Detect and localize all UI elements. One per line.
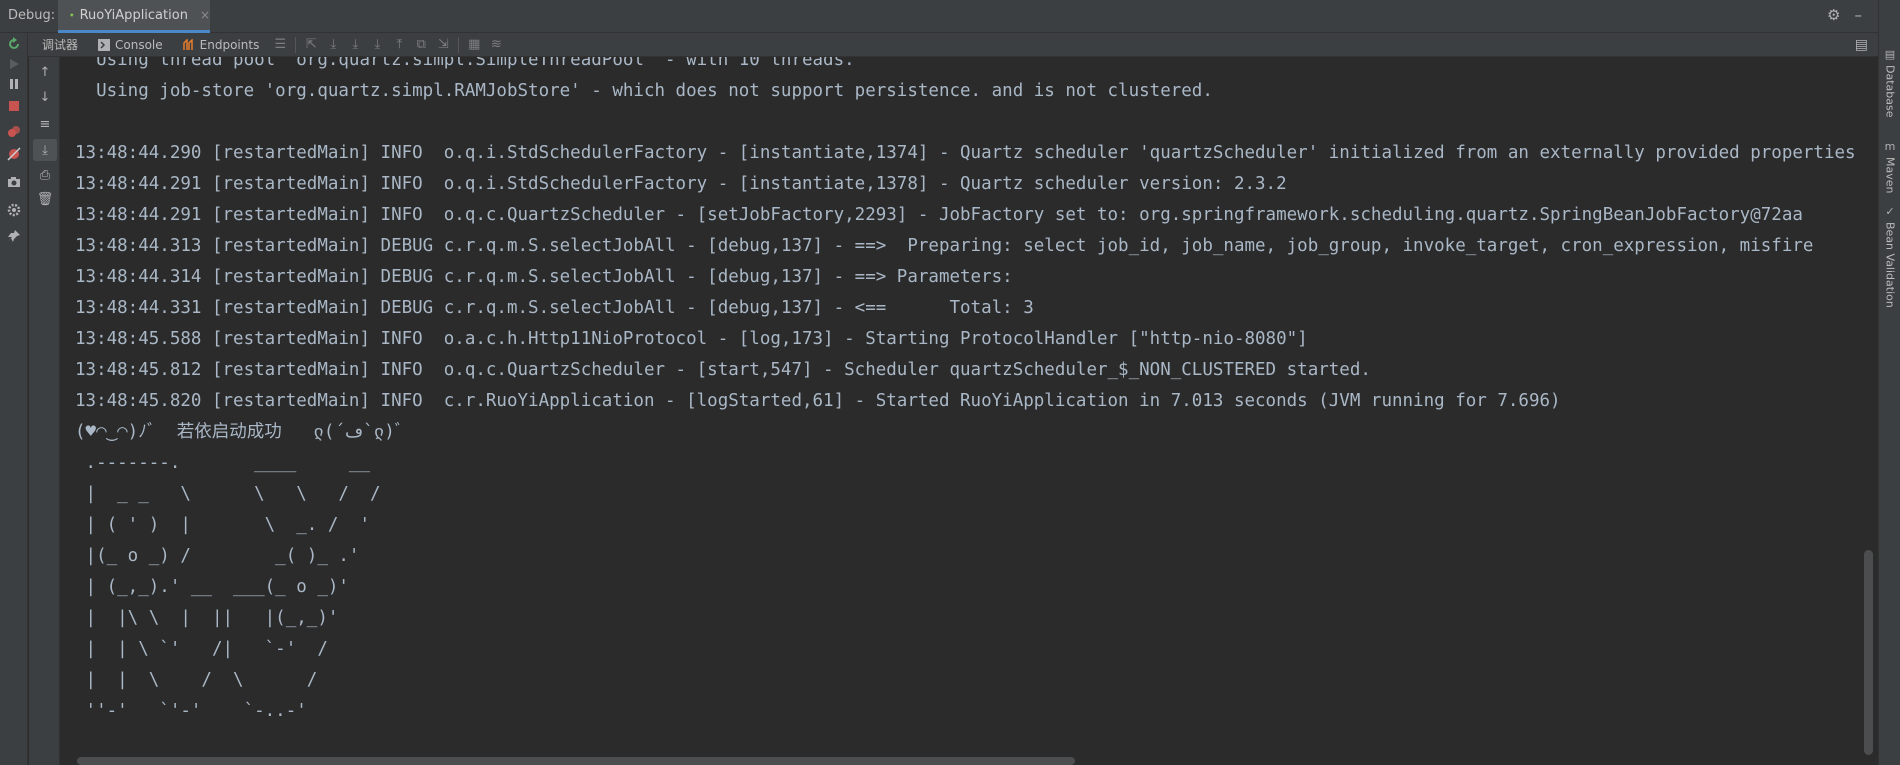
trash-icon[interactable]: 🗑 [33,188,57,210]
minimize-icon[interactable]: – [1855,6,1863,24]
tab-debugger[interactable]: 调试器 [28,33,88,57]
debug-label: Debug: [8,8,56,23]
down-arrow-icon[interactable]: ↓ [33,86,57,108]
tab-endpoints[interactable]: Endpoints [173,33,270,57]
console-line: 13:48:45.588 [restartedMain] INFO o.a.c.… [75,329,1308,349]
tab-console-label: Console [115,37,163,52]
console-line: | | \ `' /| `-' / [75,639,328,659]
pin-icon[interactable] [0,225,28,247]
console-line: 13:48:44.291 [restartedMain] INFO o.q.c.… [75,205,1803,225]
console-line: Using job-store 'org.quartz.simpl.RAMJob… [75,81,1213,101]
console-line: ''-' `'-' `-..-' [75,701,307,721]
tool-window-bean-validation-label: Bean Validation [1883,222,1897,308]
force-step-into-icon[interactable]: ⤓ [366,33,388,57]
console-line: 13:48:44.331 [restartedMain] DEBUG c.r.q… [75,298,1034,318]
console-line: Using thread pool 'org.quartz.simpl.Simp… [75,57,855,70]
console-line: .-------. ____ __ [75,453,371,473]
stop-icon[interactable] [0,95,28,117]
right-tool-window-strip: ▤ Database m Maven ✓ Bean Validation [1878,0,1900,765]
tool-window-database[interactable]: ▤ Database [1879,48,1900,118]
horizontal-scrollbar-thumb[interactable] [77,757,1075,765]
console-line: 13:48:45.820 [restartedMain] INFO c.r.Ru… [75,391,1561,411]
console-line: | | \ / \ / [75,670,318,690]
console-text: Using thread pool 'org.quartz.simpl.Simp… [75,57,1856,727]
console-line: 13:48:44.291 [restartedMain] INFO o.q.i.… [75,174,1287,194]
console-actions-toolbar: ↑ ↓ ≡ ⤓ ⎙ 🗑 [29,57,60,765]
maven-icon: m [1884,140,1896,153]
console-line: | |\ \ | || |(_,_)' [75,608,339,628]
pause-icon[interactable] [0,73,28,95]
console-line: 13:48:45.812 [restartedMain] INFO o.q.c.… [75,360,1371,380]
header-actions: ⚙ – [1827,6,1862,24]
close-icon[interactable]: × [200,8,210,22]
console-line: 13:48:44.314 [restartedMain] DEBUG c.r.q… [75,267,1024,287]
tab-debugger-label: 调试器 [42,38,79,52]
tool-window-bean-validation[interactable]: ✓ Bean Validation [1879,205,1900,308]
view-breakpoints-icon[interactable] [0,121,28,143]
console-line: | ( ' ) | \ _. / ' [75,515,371,535]
ide-debug-window: Debug: RuoYiApplication × ⚙ – 调试器 Consol… [0,0,1900,765]
drop-frame-icon[interactable]: ⧉ [410,33,432,57]
show-execution-point-icon[interactable]: ⇱ [300,33,322,57]
console-icon [98,38,111,51]
run-configuration-tab-label: RuoYiApplication [79,7,188,23]
toolbar-separator [458,36,460,53]
gear-icon[interactable]: ⚙ [1827,6,1840,24]
console-line: (♥◠‿◠)ﾉﾞ 若依启动成功 ლ(´ڡ`ლ)ﾞ [75,422,404,442]
console-line: |(_ o _) / _( )_ .' [75,546,360,566]
step-over-icon[interactable]: ⤓ [322,33,344,57]
soft-wrap-icon[interactable]: ≡ [33,113,57,135]
layout-settings-icon[interactable]: ▤ [1855,37,1868,53]
hamburger-menu-icon[interactable]: ☰ [269,33,291,57]
toolbar-separator [295,36,297,53]
vertical-scrollbar-thumb[interactable] [1864,550,1873,755]
step-out-icon[interactable]: ⤒ [388,33,410,57]
evaluate-expression-icon[interactable]: ▦ [463,33,485,57]
tab-console[interactable]: Console [88,33,173,57]
console-line: 13:48:44.290 [restartedMain] INFO o.q.i.… [75,143,1856,163]
rerun-icon[interactable] [0,33,28,55]
debug-actions-toolbar [0,33,28,765]
step-into-icon[interactable]: ⤓ [344,33,366,57]
run-to-cursor-icon[interactable]: ⇲ [432,33,454,57]
trace-current-stream-icon[interactable]: ≋ [485,33,507,57]
console-line: | _ _ \ \ \ / / [75,484,381,504]
mute-breakpoints-icon[interactable] [0,143,28,165]
print-icon[interactable]: ⎙ [33,164,57,186]
run-configuration-tab[interactable]: RuoYiApplication × [58,0,210,33]
bean-validation-icon: ✓ [1885,205,1895,218]
debug-tabs-toolbar: 调试器 Console Endpoints ☰ ⇱ ⤓ ⤓ ⤓ ⤒ ⧉ ⇲ ▦ … [28,33,1878,57]
console-output[interactable]: Using thread pool 'org.quartz.simpl.Simp… [60,57,1860,755]
endpoints-icon [182,38,193,50]
database-icon: ▤ [1884,48,1896,61]
settings-icon[interactable] [0,199,28,221]
scroll-to-end-icon[interactable]: ⤓ [33,139,57,161]
spring-boot-icon [70,13,74,17]
console-line: | (_,_).' __ ___(_ o _)' [75,577,349,597]
console-line: 13:48:44.313 [restartedMain] DEBUG c.r.q… [75,236,1814,256]
camera-icon[interactable] [0,171,28,193]
tool-window-maven-label: Maven [1883,157,1897,194]
tab-endpoints-label: Endpoints [199,37,260,52]
up-arrow-icon[interactable]: ↑ [33,61,57,83]
tool-window-maven[interactable]: m Maven [1879,140,1900,193]
resume-icon[interactable] [0,53,28,75]
debug-tool-window-header: Debug: RuoYiApplication × ⚙ – [0,0,1878,33]
tool-window-database-label: Database [1883,65,1897,118]
